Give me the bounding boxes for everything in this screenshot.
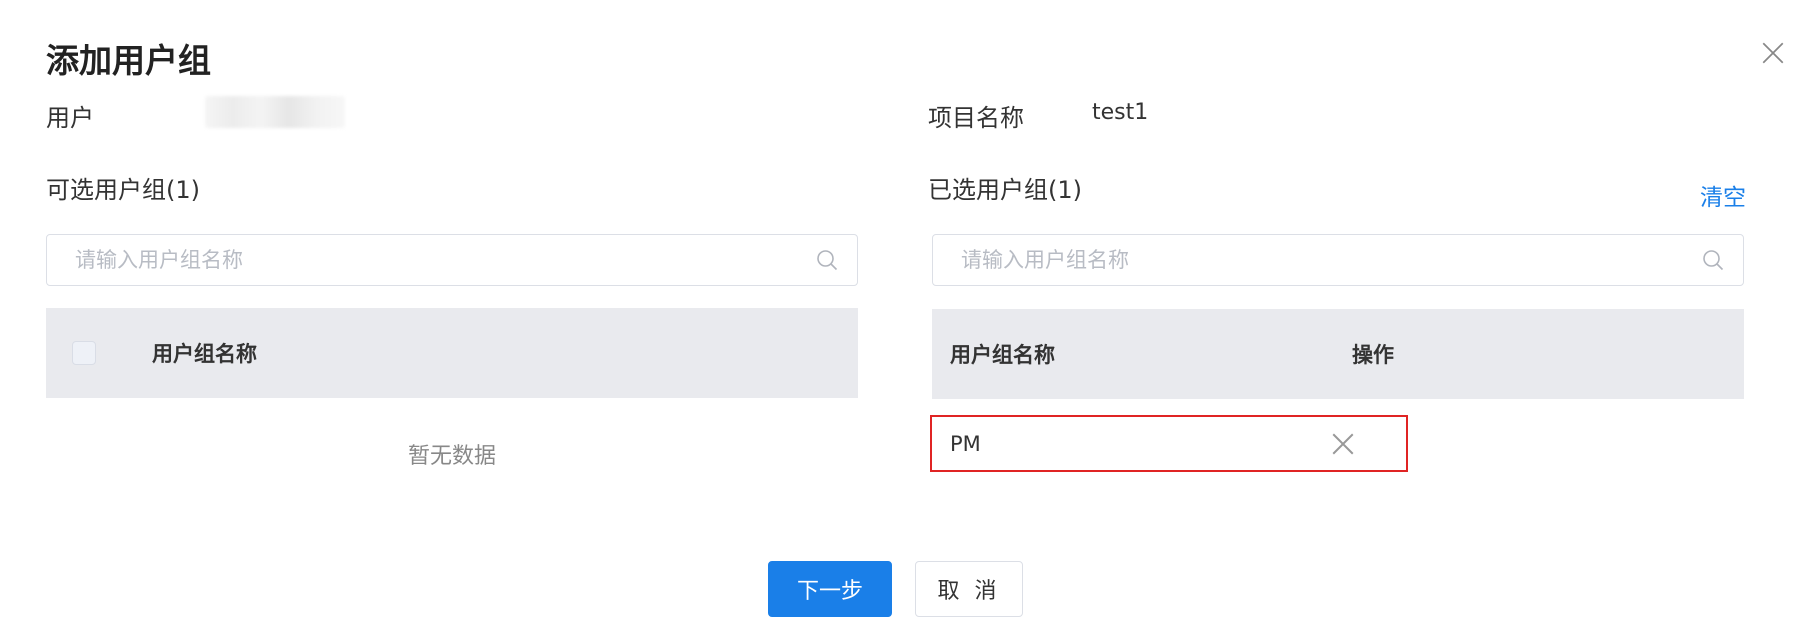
available-groups-table-header: 用户组名称 <box>46 308 858 398</box>
empty-state-text: 暂无数据 <box>408 444 497 469</box>
selected-groups-heading: 已选用户组(1) <box>928 176 1082 204</box>
search-icon[interactable] <box>815 248 839 272</box>
dialog-title: 添加用户组 <box>46 41 211 80</box>
selected-group-row: PM <box>930 415 1408 472</box>
action-column-header: 操作 <box>1352 343 1394 367</box>
next-step-button[interactable]: 下一步 <box>768 561 892 617</box>
search-icon[interactable] <box>1701 248 1725 272</box>
selected-groups-search <box>932 234 1744 286</box>
project-name-value: test1 <box>1092 100 1149 125</box>
selected-groups-table-header: 用户组名称 操作 <box>932 309 1744 399</box>
available-groups-search-input[interactable] <box>47 234 815 286</box>
close-icon[interactable] <box>1760 40 1786 66</box>
group-name-column-header: 用户组名称 <box>950 343 1055 367</box>
available-groups-search <box>46 234 858 286</box>
cancel-button[interactable]: 取 消 <box>915 561 1023 617</box>
select-all-checkbox[interactable] <box>72 341 96 365</box>
clear-selected-link[interactable]: 清空 <box>1700 178 1746 212</box>
selected-groups-search-input[interactable] <box>933 234 1701 286</box>
remove-icon[interactable] <box>1330 431 1356 457</box>
user-label: 用户 <box>46 104 94 132</box>
selected-group-name: PM <box>950 431 981 456</box>
group-name-column-header: 用户组名称 <box>152 342 257 366</box>
user-value-redacted <box>205 96 345 128</box>
available-groups-heading: 可选用户组(1) <box>46 176 200 204</box>
project-name-label: 项目名称 <box>928 104 1024 132</box>
